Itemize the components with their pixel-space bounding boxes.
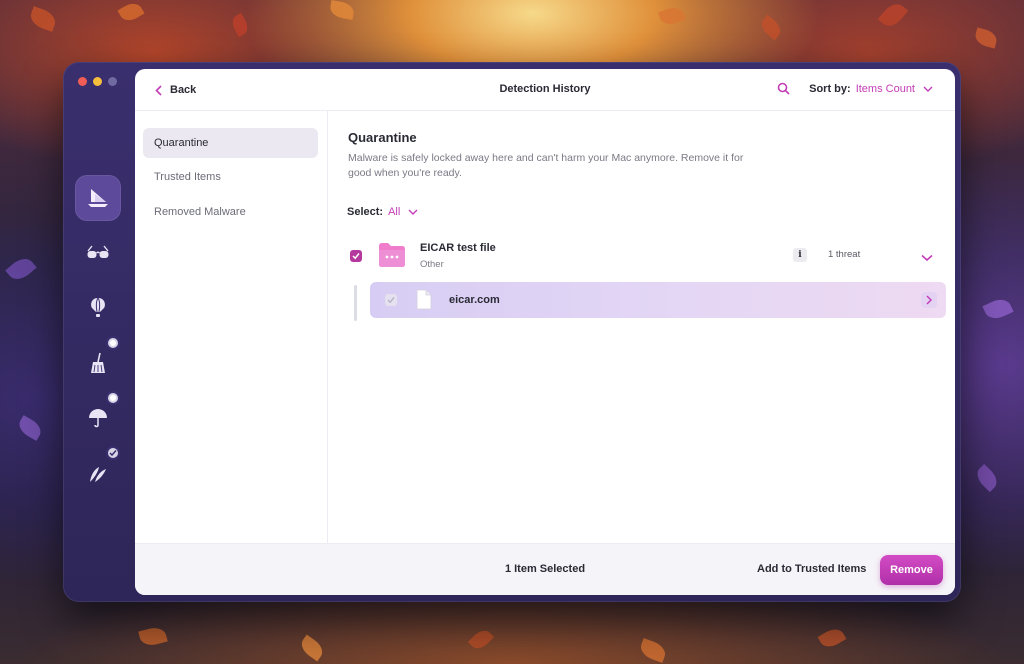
check-icon bbox=[109, 450, 117, 457]
sort-label: Sort by: bbox=[809, 83, 851, 95]
quarantine-ship-icon bbox=[88, 189, 108, 207]
select-value: All bbox=[388, 206, 401, 218]
section-title: Quarantine bbox=[348, 130, 417, 145]
status-dot-badge bbox=[106, 336, 120, 350]
sort-value: Items Count bbox=[855, 83, 915, 95]
quarantine-content: Quarantine Malware is safely locked away… bbox=[329, 111, 955, 543]
add-to-trusted-button[interactable]: Add to Trusted Items bbox=[757, 563, 866, 575]
action-footer: 1 Item Selected Add to Trusted Items Rem… bbox=[135, 543, 955, 595]
status-check-badge bbox=[106, 446, 120, 460]
chevron-right-icon bbox=[926, 295, 932, 305]
item-checkbox[interactable] bbox=[350, 250, 362, 262]
sidebar-item-label: Quarantine bbox=[154, 137, 209, 149]
umbrella-icon bbox=[89, 409, 107, 428]
tree-connector bbox=[354, 285, 357, 321]
hot-air-balloon-icon bbox=[91, 297, 105, 317]
info-button[interactable]: i bbox=[793, 248, 807, 262]
chevron-down-icon bbox=[923, 86, 933, 92]
child-item-name: eicar.com bbox=[449, 294, 500, 306]
glasses-icon bbox=[87, 245, 109, 258]
module-rail bbox=[63, 62, 135, 602]
rail-item-shield[interactable] bbox=[75, 391, 121, 441]
sidebar-item-removed-malware[interactable]: Removed Malware bbox=[143, 197, 318, 227]
list-item: EICAR test file Other i 1 threat bbox=[329, 235, 955, 279]
item-name: EICAR test file bbox=[420, 242, 496, 254]
file-icon bbox=[416, 289, 432, 310]
rail-item-quarantine[interactable] bbox=[75, 175, 121, 221]
main-panel: Back Detection History Sort by: Items Co… bbox=[135, 69, 955, 595]
broom-icon bbox=[91, 352, 105, 373]
item-category: Other bbox=[420, 259, 444, 270]
app-window: Back Detection History Sort by: Items Co… bbox=[63, 62, 961, 602]
feathers-icon bbox=[90, 467, 106, 482]
check-icon bbox=[352, 253, 360, 260]
rail-item-protection[interactable] bbox=[75, 230, 121, 276]
status-dot-badge bbox=[106, 391, 120, 405]
child-item-checkbox[interactable] bbox=[385, 294, 397, 306]
rail-item-cleanup[interactable] bbox=[75, 336, 121, 386]
select-dropdown[interactable]: Select: All bbox=[347, 206, 418, 218]
child-item-row[interactable]: eicar.com bbox=[370, 282, 946, 318]
section-description: Malware is safely locked away here and c… bbox=[348, 152, 744, 179]
threat-count: 1 threat bbox=[828, 249, 861, 260]
chevron-down-icon bbox=[921, 254, 933, 262]
rail-item-balloon[interactable] bbox=[75, 285, 121, 331]
sidebar-item-quarantine[interactable]: Quarantine bbox=[143, 128, 318, 158]
remove-button[interactable]: Remove bbox=[880, 555, 943, 585]
expand-button[interactable] bbox=[921, 249, 935, 262]
sidebar-item-trusted-items[interactable]: Trusted Items bbox=[143, 162, 318, 192]
history-sidebar: Quarantine Trusted Items Removed Malware bbox=[135, 111, 328, 595]
folder-icon bbox=[379, 243, 405, 267]
sidebar-item-label: Trusted Items bbox=[154, 171, 221, 183]
select-label: Select: bbox=[347, 206, 384, 218]
chevron-down-icon bbox=[408, 209, 418, 215]
check-icon bbox=[387, 297, 395, 304]
search-icon bbox=[777, 82, 790, 95]
search-button[interactable] bbox=[777, 82, 791, 96]
sort-dropdown[interactable]: Sort by: Items Count bbox=[809, 83, 933, 95]
rail-item-feathers[interactable] bbox=[75, 446, 121, 496]
toolbar: Back Detection History Sort by: Items Co… bbox=[135, 69, 955, 111]
open-detail-button[interactable] bbox=[921, 292, 937, 308]
sidebar-item-label: Removed Malware bbox=[154, 206, 246, 218]
